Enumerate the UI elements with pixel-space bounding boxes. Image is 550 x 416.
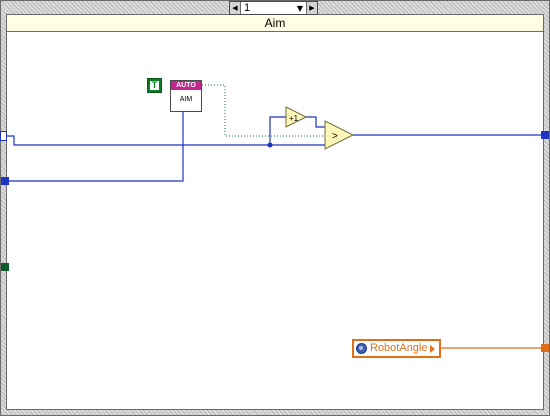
increment-node-label: +1: [289, 114, 299, 123]
boolean-wire-dotted: [202, 84, 325, 137]
wire-junction-dot: [267, 142, 273, 148]
block-diagram: Aim ◀ 1 ▼ ▶ +1 > T AUTO AIM RobotAngle: [0, 0, 550, 416]
numeric-wire-main: [3, 135, 325, 146]
global-variable-robotangle[interactable]: RobotAngle: [352, 339, 441, 358]
globe-icon: [356, 343, 367, 354]
numeric-wire-increment-out: [306, 116, 325, 128]
triangle-right-icon: [429, 344, 435, 353]
compare-node: [324, 120, 355, 150]
boolean-constant[interactable]: T: [147, 78, 162, 93]
global-variable-label: RobotAngle: [370, 342, 428, 354]
subvi-name: AIM: [179, 96, 193, 103]
wiring-layer: +1 >: [3, 84, 542, 349]
left-tunnel-top[interactable]: [0, 131, 7, 141]
numeric-wire-to-increment: [269, 116, 286, 145]
right-tunnel-double[interactable]: [541, 344, 549, 352]
numeric-wire-subvi: [7, 112, 184, 182]
boolean-constant-text: T: [150, 80, 159, 90]
subvi-banner: AUTO: [171, 81, 201, 90]
left-tunnel-numeric[interactable]: [1, 177, 9, 185]
right-tunnel-numeric[interactable]: [541, 131, 549, 139]
aim-subvi[interactable]: AUTO AIM: [170, 80, 202, 112]
compare-node-label: >: [332, 131, 338, 142]
left-tunnel-boolean[interactable]: [1, 263, 9, 271]
